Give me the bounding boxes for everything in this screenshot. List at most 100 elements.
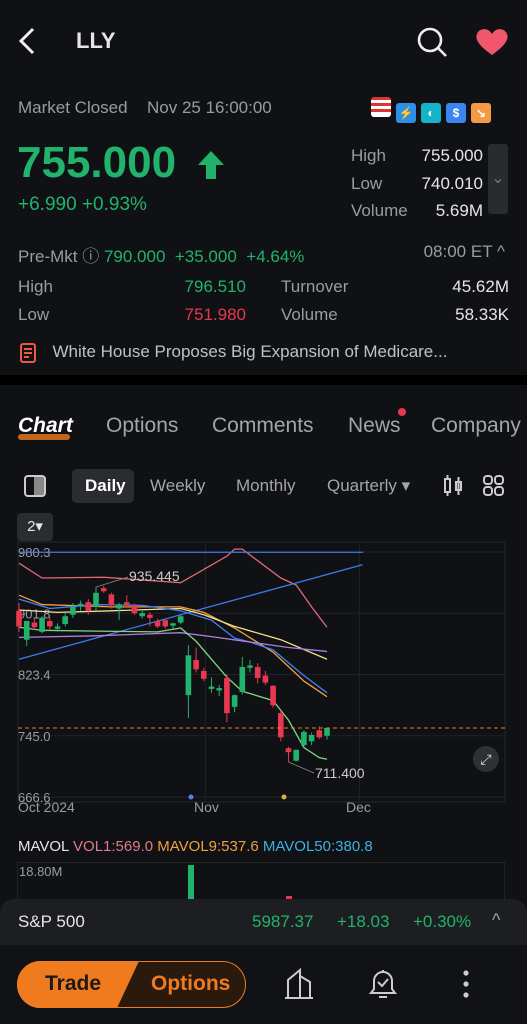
dollar-icon[interactable]: $ — [446, 103, 466, 123]
mavol9: MAVOL9:537.6 — [157, 838, 259, 855]
candle-body — [154, 620, 161, 627]
index-change-pct: +0.30% — [413, 912, 472, 931]
back-icon[interactable] — [16, 26, 38, 63]
candle-body — [23, 620, 30, 640]
candle-body — [93, 592, 99, 607]
trend-down-icon[interactable]: ↘ — [471, 103, 491, 123]
news-unread-dot — [398, 408, 406, 416]
candle-body — [324, 727, 330, 736]
candle-body — [247, 665, 253, 668]
fullscreen-icon[interactable]: ⤢ — [473, 746, 499, 772]
candle-body — [185, 655, 192, 696]
pm-volume-value: 58.33K — [455, 305, 509, 324]
heart-icon[interactable] — [474, 27, 510, 62]
candle-body — [108, 594, 115, 606]
mavol-legend: MAVOL VOL1:569.0 MAVOL9:537.6 MAVOL50:38… — [18, 838, 373, 855]
low-label: Low — [351, 173, 383, 193]
candle-body — [31, 622, 38, 628]
candle-body — [224, 677, 230, 714]
info-icon[interactable]: ⓘ — [82, 247, 99, 266]
search-icon[interactable] — [416, 26, 448, 63]
event-marker — [188, 794, 194, 800]
x-axis-label: Dec — [346, 799, 371, 815]
premarket-price: 790.000 — [103, 247, 166, 266]
candle-body — [201, 670, 207, 679]
premarket-label: Pre-Mkt — [18, 247, 78, 266]
candle-body — [39, 617, 45, 632]
candle-body — [62, 616, 68, 625]
candle-body — [16, 610, 22, 627]
badge-row: ⚡ ◐ $ ↘ — [366, 97, 491, 123]
y-tick-label: 745.0 — [18, 729, 51, 744]
price-chart[interactable]: 980.3901.8823.4745.0666.6935.445711.400O… — [0, 540, 527, 820]
mavol-title: MAVOL — [18, 838, 69, 855]
candle-body — [270, 685, 276, 706]
market-status: Market Closed — [18, 98, 128, 117]
high-annotation: 935.445 — [129, 568, 180, 584]
indicators-grid-icon[interactable] — [483, 475, 505, 502]
tab-comments[interactable]: Comments — [212, 414, 314, 438]
candle-body — [278, 713, 284, 738]
panel-toggle-icon[interactable] — [24, 475, 46, 497]
pm-volume-label: Volume — [281, 305, 338, 324]
candle-body — [254, 667, 261, 678]
event-marker — [281, 794, 287, 800]
candle-body — [47, 620, 53, 627]
market-time: Nov 25 16:00:00 — [147, 98, 272, 117]
high-value: 755.000 — [421, 146, 483, 165]
high-leader — [95, 576, 129, 588]
candle-body — [54, 626, 61, 629]
candlestick-type-icon[interactable] — [443, 474, 463, 503]
candle-body — [170, 623, 176, 626]
lightning-icon[interactable]: ⚡ — [396, 103, 416, 123]
expand-quote-button[interactable]: ⌄ — [488, 144, 508, 214]
candle-body — [100, 588, 107, 592]
period-weekly[interactable]: Weekly — [150, 476, 205, 496]
y-tick-label: 823.4 — [18, 668, 51, 683]
chevron-up-icon[interactable]: ^ — [492, 910, 500, 931]
candle-body — [285, 748, 292, 753]
options-button[interactable]: Options — [151, 972, 230, 996]
pm-high-value: 796.510 — [184, 277, 246, 296]
price-change: +6.990 +0.93% — [18, 194, 147, 216]
us-flag-icon[interactable] — [371, 97, 391, 117]
logo-icon[interactable]: ◐ — [421, 103, 441, 123]
candle-body — [77, 603, 84, 606]
premarket-time: 08:00 ET — [423, 242, 493, 261]
candle-body — [301, 731, 307, 746]
chart-layout-selector[interactable]: 2▾ — [17, 513, 53, 541]
section-divider — [0, 375, 527, 385]
candle-body — [262, 675, 269, 683]
ticker-title: LLY — [76, 28, 116, 53]
pm-high-label: High — [18, 277, 53, 296]
premarket-change-pct: +4.64% — [246, 247, 305, 266]
period-daily[interactable]: Daily — [85, 476, 126, 496]
tab-options[interactable]: Options — [106, 414, 178, 438]
change-abs: +6.990 — [18, 194, 77, 215]
index-name: S&P 500 — [18, 912, 85, 931]
up-arrow-icon — [197, 150, 225, 185]
premarket-time-toggle[interactable]: 08:00 ET ^ — [424, 242, 505, 262]
period-monthly[interactable]: Monthly — [236, 476, 296, 496]
news-document-icon — [20, 343, 36, 363]
building-icon[interactable] — [283, 967, 315, 1005]
candle-body — [293, 749, 299, 761]
candle-body — [147, 614, 153, 618]
tab-news[interactable]: News — [348, 414, 401, 438]
pm-low-label: Low — [18, 305, 50, 324]
quote-values: 755.000 740.010 5.69M — [422, 142, 483, 225]
premarket-row: Pre-Mkt ⓘ 790.000 +35.000 +4.64% — [18, 242, 304, 267]
candle-body — [177, 616, 184, 623]
candle-body — [116, 604, 122, 609]
news-banner[interactable]: White House Proposes Big Expansion of Me… — [18, 342, 518, 364]
pm-turnover-label: Turnover — [281, 277, 349, 296]
candle-body — [208, 686, 215, 689]
candle-body — [139, 613, 145, 617]
tab-company[interactable]: Company — [431, 414, 521, 438]
period-quarterly[interactable]: Quarterly ▾ — [327, 476, 410, 496]
candle-body — [70, 606, 76, 615]
low-value: 740.010 — [421, 173, 483, 193]
price-alert-bell-icon[interactable] — [367, 968, 399, 1005]
more-menu-icon[interactable] — [460, 968, 472, 1005]
quote-labels: High Low Volume — [351, 142, 408, 225]
